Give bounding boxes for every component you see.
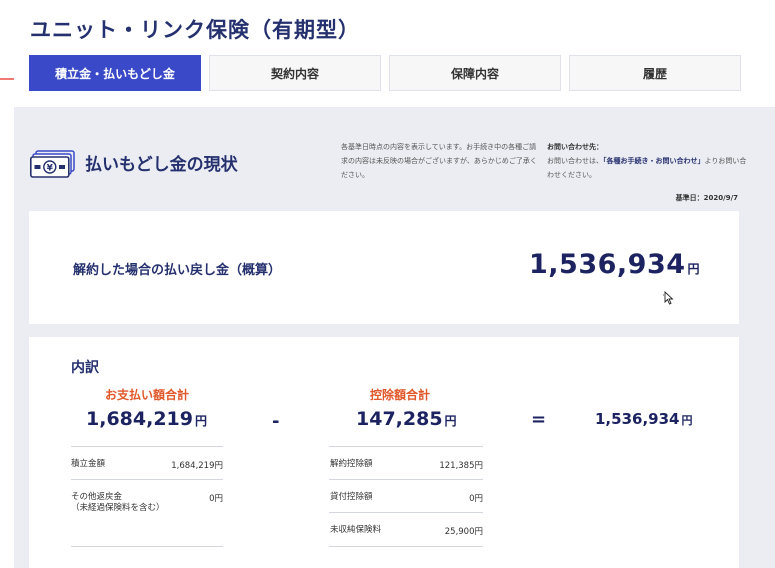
surrender-label: 解約した場合の払い戻し金（概算）: [73, 263, 282, 278]
surrender-unit: 円: [687, 262, 701, 276]
row-label: 貸付控除額: [330, 492, 373, 502]
row-label: 解約控除額: [330, 459, 373, 469]
divider: [71, 479, 223, 480]
row-label: 積立金額: [71, 459, 106, 469]
surrender-amount: 1,536,934 円: [529, 249, 700, 280]
accent-line: [0, 78, 14, 80]
tab-contract[interactable]: 契約内容: [209, 55, 381, 91]
breakdown-card: 内訳 お支払い額合計 1,684,219 円 - 控除額合計 147,285 円 =…: [29, 337, 739, 568]
divider: [329, 512, 483, 513]
row-value: 1,684,219円: [171, 461, 223, 471]
contact-link[interactable]: 「各種お手続き・お問い合わせ」: [603, 157, 705, 165]
deduction-total: 147,285 円: [356, 408, 457, 430]
paid-total: 1,684,219 円: [86, 408, 207, 430]
result-total-unit: 円: [681, 414, 693, 427]
divider: [329, 546, 483, 547]
tab-history[interactable]: 履歴: [569, 55, 741, 91]
notice-text: 各基準日時点の内容を表示しています。お手続き中の各種ご請求の内容は未反映の場合が…: [341, 143, 537, 179]
deduction-total-unit: 円: [444, 414, 457, 428]
equals-sign: =: [531, 409, 547, 430]
tab-bar: 積立金・払いもどし金 契約内容 保障内容 履歴: [29, 55, 741, 91]
deduction-total-value: 147,285: [356, 408, 443, 430]
svg-text:¥: ¥: [47, 164, 54, 174]
page-title: ユニット・リンク保険（有期型）: [30, 18, 360, 42]
surrender-amount-value: 1,536,934: [529, 249, 686, 280]
divider: [71, 446, 223, 447]
row-value: 121,385円: [439, 461, 483, 471]
contact-info: お問い合わせ先： お問い合わせは、「各種お手続き・お問い合わせ」よりお問い合わせ…: [547, 140, 747, 182]
tab-coverage[interactable]: 保障内容: [389, 55, 561, 91]
paid-total-head: お支払い額合計: [104, 388, 189, 402]
status-title: 払いもどし金の現状: [85, 155, 238, 175]
row-value: 0円: [209, 494, 223, 504]
contact-head: お問い合わせ先：: [547, 143, 603, 151]
breakdown-title: 内訳: [71, 360, 99, 376]
divider: [71, 546, 223, 547]
deduction-total-head: 控除額合計: [369, 388, 430, 402]
result-total: 1,536,934 円: [595, 410, 692, 428]
divider: [329, 479, 483, 480]
surrender-card: 解約した場合の払い戻し金（概算） 1,536,934 円: [29, 211, 739, 324]
result-total-value: 1,536,934: [595, 410, 680, 428]
row-value: 25,900円: [444, 527, 483, 537]
base-date: 基準日：2020/9/7: [675, 194, 738, 202]
cursor-icon: [663, 291, 674, 305]
contact-text: お問い合わせは、: [547, 157, 603, 165]
tab-accumulation[interactable]: 積立金・払いもどし金: [29, 55, 201, 91]
minus-sign: -: [272, 411, 280, 432]
paid-total-unit: 円: [194, 414, 207, 428]
row-value: 0円: [469, 494, 483, 504]
money-bill-icon: ¥: [30, 150, 75, 178]
divider: [329, 446, 483, 447]
paid-total-value: 1,684,219: [86, 408, 193, 430]
row-label: 未収純保険料: [330, 525, 382, 535]
